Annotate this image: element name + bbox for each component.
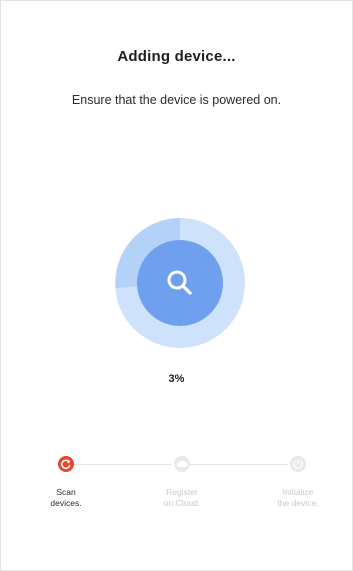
step-initialize-indicator	[290, 456, 306, 472]
refresh-icon	[61, 459, 71, 470]
scan-inner-circle	[137, 240, 223, 326]
step-initialize-label: Initialize the device.	[258, 487, 338, 509]
step-initialize-label-line2: the device.	[277, 498, 319, 508]
power-icon	[293, 459, 303, 469]
step-track-1	[74, 464, 172, 465]
step-scan-label-line2: devices.	[50, 498, 82, 508]
step-register-label: Register on Cloud.	[142, 487, 222, 509]
scan-progress-indicator	[115, 218, 245, 348]
cloud-icon	[177, 460, 188, 467]
step-scan-label: Scan devices.	[26, 487, 106, 509]
step-scan-label-line1: Scan	[56, 487, 76, 497]
progress-percent: 3%	[168, 373, 185, 385]
step-initialize-label-line1: Initialize	[282, 487, 314, 497]
power-instruction: Ensure that the device is powered on.	[71, 93, 282, 107]
step-register-label-line2: on Cloud.	[163, 498, 201, 508]
step-register-indicator	[174, 456, 190, 472]
step-scan-indicator	[58, 456, 74, 472]
step-track-2	[190, 464, 288, 465]
step-register-label-line1: Register	[166, 487, 198, 497]
page-title: Adding device...	[117, 48, 236, 65]
